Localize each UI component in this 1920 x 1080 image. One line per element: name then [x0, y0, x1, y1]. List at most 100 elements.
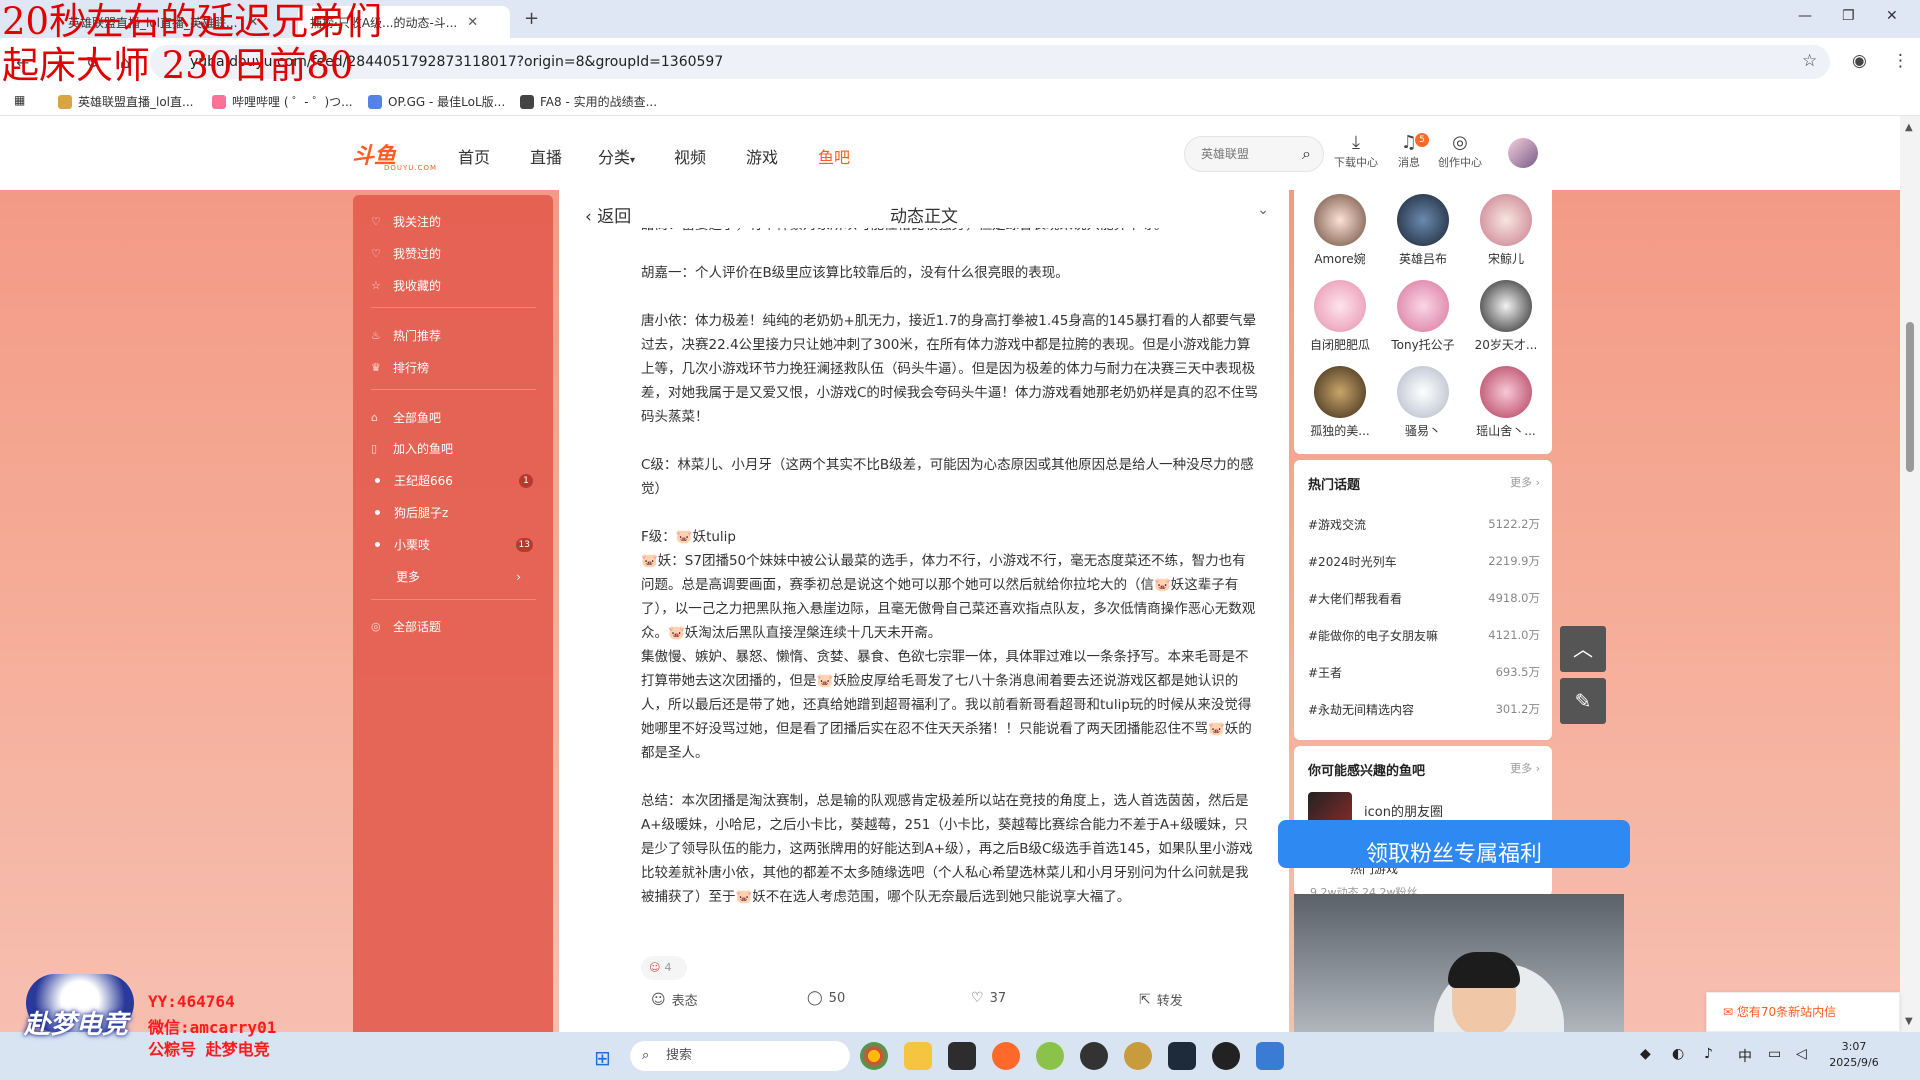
sidebar-item-joined-group[interactable]: 狗后腿子z [371, 504, 541, 521]
creator-center[interactable]: ◎ 创作中心 [1438, 132, 1482, 170]
profile-icon[interactable]: ◉ [1852, 51, 1867, 71]
more-link[interactable]: 更多 › [1510, 474, 1540, 490]
sidebar-item-favorites[interactable]: ☆ 我收藏的 [371, 277, 541, 294]
avatar[interactable] [1397, 194, 1449, 246]
apps-grid-icon[interactable]: ▦ [14, 93, 25, 107]
follower-name[interactable]: 瑶山舍丶... [1466, 422, 1546, 439]
sidebar-item-joined[interactable]: ▯ 加入的鱼吧 [371, 440, 541, 457]
nav-home[interactable]: 首页 [458, 144, 490, 168]
topic-item[interactable]: #王者 693.5万 [1308, 664, 1540, 681]
download-center[interactable]: ⤓ 下载中心 [1334, 132, 1378, 170]
comment-button[interactable]: ◯ 50 [807, 990, 845, 1006]
avatar[interactable] [1397, 366, 1449, 418]
sidebar-item-hot[interactable]: ♨ 热门推荐 [371, 327, 541, 344]
reaction-chip[interactable]: ☺ 4 [641, 956, 687, 980]
avatar[interactable] [1314, 194, 1366, 246]
nav-category[interactable]: 分类▾ [598, 144, 635, 168]
tray-app-icon[interactable]: ◆ [1640, 1046, 1651, 1062]
post-paragraph: 甜筒：富婆选手，有个神豪对象所以可能性格比较强势，但是综合表现来说只能算中等。 [641, 228, 1259, 237]
sidebar-item-liked[interactable]: ♡ 我赞过的 [371, 245, 541, 262]
compose-button[interactable]: ✎ [1560, 678, 1606, 724]
follower-name[interactable]: 自闭肥肥瓜 [1300, 336, 1380, 353]
tray-app-icon[interactable]: ◐ [1672, 1046, 1684, 1062]
new-message-toast[interactable]: ✉ 您有70条新站内信 [1706, 992, 1900, 1032]
notepad-icon[interactable] [1256, 1042, 1284, 1070]
sidebar-item-more[interactable]: 更多 › [371, 568, 541, 585]
topic-item[interactable]: #2024时光列车 2219.9万 [1308, 553, 1540, 570]
app-icon[interactable] [1036, 1042, 1064, 1070]
bulb-icon: ◎ [1452, 132, 1468, 153]
menu-icon[interactable]: ⋮ [1892, 51, 1909, 71]
url-field[interactable]: yuba.douyu.com/feed/2844051792873118017?… [150, 45, 1830, 79]
user-avatar[interactable] [1508, 138, 1538, 168]
scroll-thumb[interactable] [1906, 322, 1914, 472]
windows-start-icon[interactable]: ⊞ [594, 1046, 611, 1070]
folder-icon[interactable] [904, 1042, 932, 1070]
windows-taskbar: ⊞ ⌕ 搜索 ◆ ◐ ♪ 中 ▭ ◁ 3:07 2025/9/6 [0, 1032, 1920, 1080]
follower-name[interactable]: Tony托公子 [1383, 336, 1463, 353]
like-button[interactable]: ♡ 37 [971, 990, 1006, 1006]
system-clock[interactable]: 3:07 2025/9/6 [1822, 1039, 1886, 1071]
app-icon[interactable] [1168, 1042, 1196, 1070]
bookmark-lol[interactable]: 英雄联盟直播_lol直... [58, 93, 193, 110]
topic-item[interactable]: #游戏交流 5122.2万 [1308, 516, 1540, 533]
share-button[interactable]: ⇱ 转发 [1139, 990, 1183, 1010]
more-link[interactable]: 更多 › [1510, 760, 1540, 776]
avatar[interactable] [1480, 366, 1532, 418]
sidebar-item-following[interactable]: ♡ 我关注的 [371, 213, 541, 230]
avatar[interactable] [1314, 280, 1366, 332]
minimize-icon[interactable]: — [1798, 8, 1812, 24]
lol-icon[interactable] [1124, 1042, 1152, 1070]
chevron-down-icon[interactable]: ⌄ [1257, 202, 1269, 218]
chrome-icon[interactable] [860, 1042, 888, 1070]
star-icon[interactable]: ☆ [1802, 51, 1817, 71]
react-button[interactable]: ☺ 表态 [651, 990, 698, 1010]
taskbar-search[interactable]: ⌕ 搜索 [630, 1041, 850, 1071]
app-icon[interactable] [948, 1042, 976, 1070]
follower-name[interactable]: 英雄吕布 [1383, 250, 1463, 267]
sidebar-item-joined-group[interactable]: 小栗吱 13 [371, 536, 541, 553]
app-icon[interactable] [1212, 1042, 1240, 1070]
network-icon[interactable]: ▭ [1768, 1046, 1781, 1062]
sidebar-item-joined-group[interactable]: 王纪超666 1 [371, 472, 541, 489]
fan-benefit-banner[interactable]: 领取粉丝专属福利 [1278, 820, 1630, 868]
follower-name[interactable]: 宋鲸儿 [1466, 250, 1546, 267]
follower-name[interactable]: 20岁天才... [1466, 336, 1546, 353]
nav-yuba[interactable]: 鱼吧 [818, 144, 850, 168]
search-icon[interactable]: ⌕ [1302, 137, 1311, 171]
follower-name[interactable]: Amore婉 [1300, 250, 1380, 267]
page-scrollbar[interactable]: ▲ ▼ [1900, 116, 1920, 1032]
site-search-input[interactable]: 英雄联盟 ⌕ [1184, 136, 1324, 172]
avatar[interactable] [1314, 366, 1366, 418]
topic-item[interactable]: #永劫无间精选内容 301.2万 [1308, 701, 1540, 718]
topic-item[interactable]: #能做你的电子女朋友嘛 4121.0万 [1308, 627, 1540, 644]
topic-item[interactable]: #大佬们帮我看看 4918.0万 [1308, 590, 1540, 607]
nav-games[interactable]: 游戏 [746, 144, 778, 168]
divider [371, 307, 536, 308]
nav-live[interactable]: 直播 [530, 144, 562, 168]
restore-icon[interactable]: ❐ [1842, 8, 1855, 24]
avatar[interactable] [1397, 280, 1449, 332]
bookmark-bilibili[interactable]: 哔哩哔哩 ( ゜- ゜)つ... [212, 93, 353, 110]
scroll-top-button[interactable]: ︿ [1560, 626, 1606, 672]
sidebar-item-all-yuba[interactable]: ⌂ 全部鱼吧 [371, 409, 541, 426]
volume-icon[interactable]: ◁ [1796, 1046, 1807, 1062]
douyu-app-icon[interactable] [992, 1042, 1020, 1070]
microphone-icon[interactable]: ♪ [1704, 1046, 1713, 1062]
avatar[interactable] [1480, 194, 1532, 246]
scroll-down-icon[interactable]: ▼ [1905, 1016, 1913, 1027]
sidebar-item-ranking[interactable]: ♛ 排行榜 [371, 359, 541, 376]
bookmark-fa8[interactable]: FA8 - 实用的战绩查... [520, 93, 657, 110]
sidebar-item-all-topics[interactable]: ◎ 全部话题 [371, 618, 541, 635]
new-tab-icon[interactable]: + [524, 8, 539, 29]
avatar[interactable] [1480, 280, 1532, 332]
follower-name[interactable]: 孤独的美... [1300, 422, 1380, 439]
follower-name[interactable]: 骚易丶 [1383, 422, 1463, 439]
close-icon[interactable]: ✕ [467, 15, 478, 30]
window-close-icon[interactable]: ✕ [1886, 8, 1898, 24]
ime-indicator[interactable]: 中 [1738, 1046, 1752, 1066]
scroll-up-icon[interactable]: ▲ [1905, 122, 1913, 133]
obs-icon[interactable] [1080, 1042, 1108, 1070]
nav-video[interactable]: 视频 [674, 144, 706, 168]
bookmark-opgg[interactable]: OP.GG - 最佳LoL版... [368, 93, 505, 110]
